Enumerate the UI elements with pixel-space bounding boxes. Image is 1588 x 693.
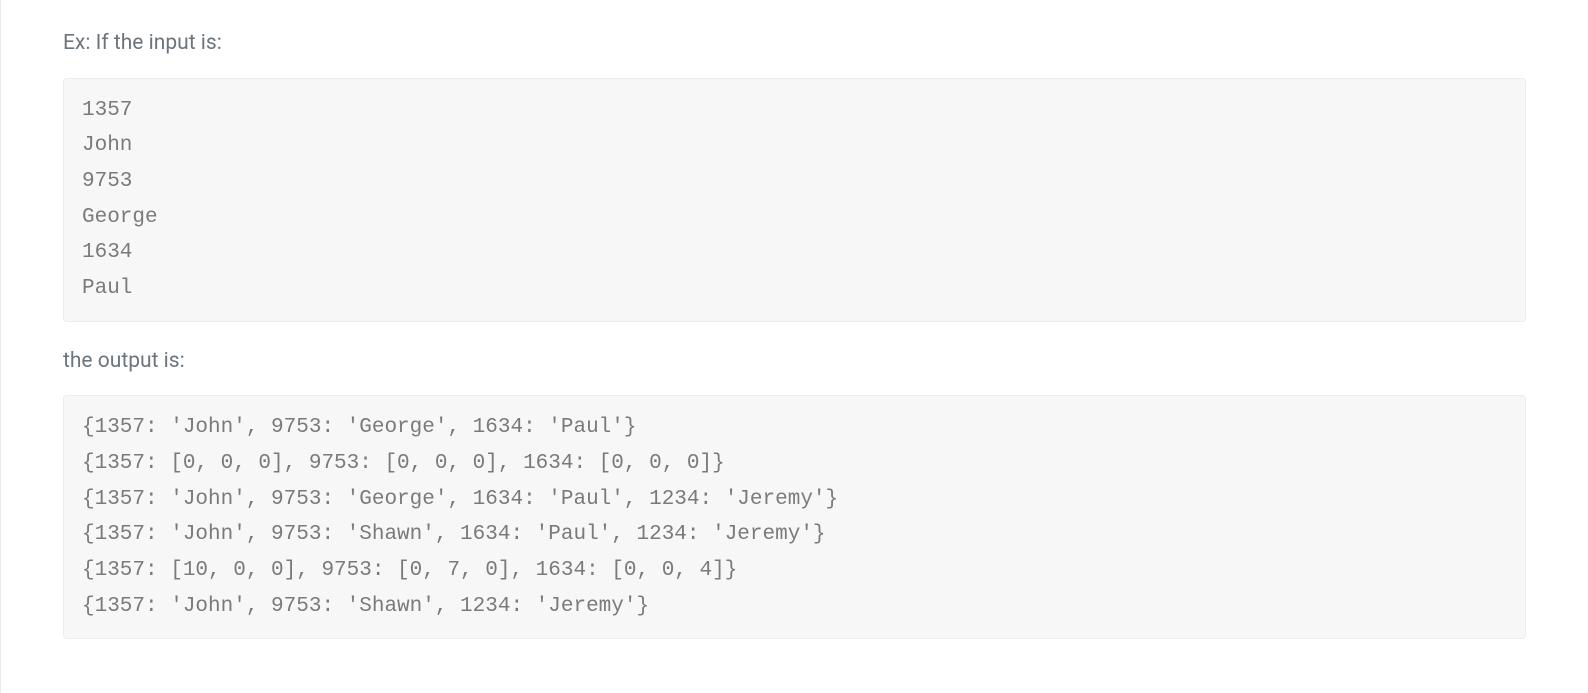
output-code-block: {1357: 'John', 9753: 'George', 1634: 'Pa… bbox=[63, 395, 1526, 639]
input-code-block: 1357 John 9753 George 1634 Paul bbox=[63, 78, 1526, 322]
mid-text: the output is: bbox=[63, 346, 1526, 378]
document-page: Ex: If the input is: 1357 John 9753 Geor… bbox=[0, 0, 1588, 693]
intro-text: Ex: If the input is: bbox=[63, 28, 1526, 60]
